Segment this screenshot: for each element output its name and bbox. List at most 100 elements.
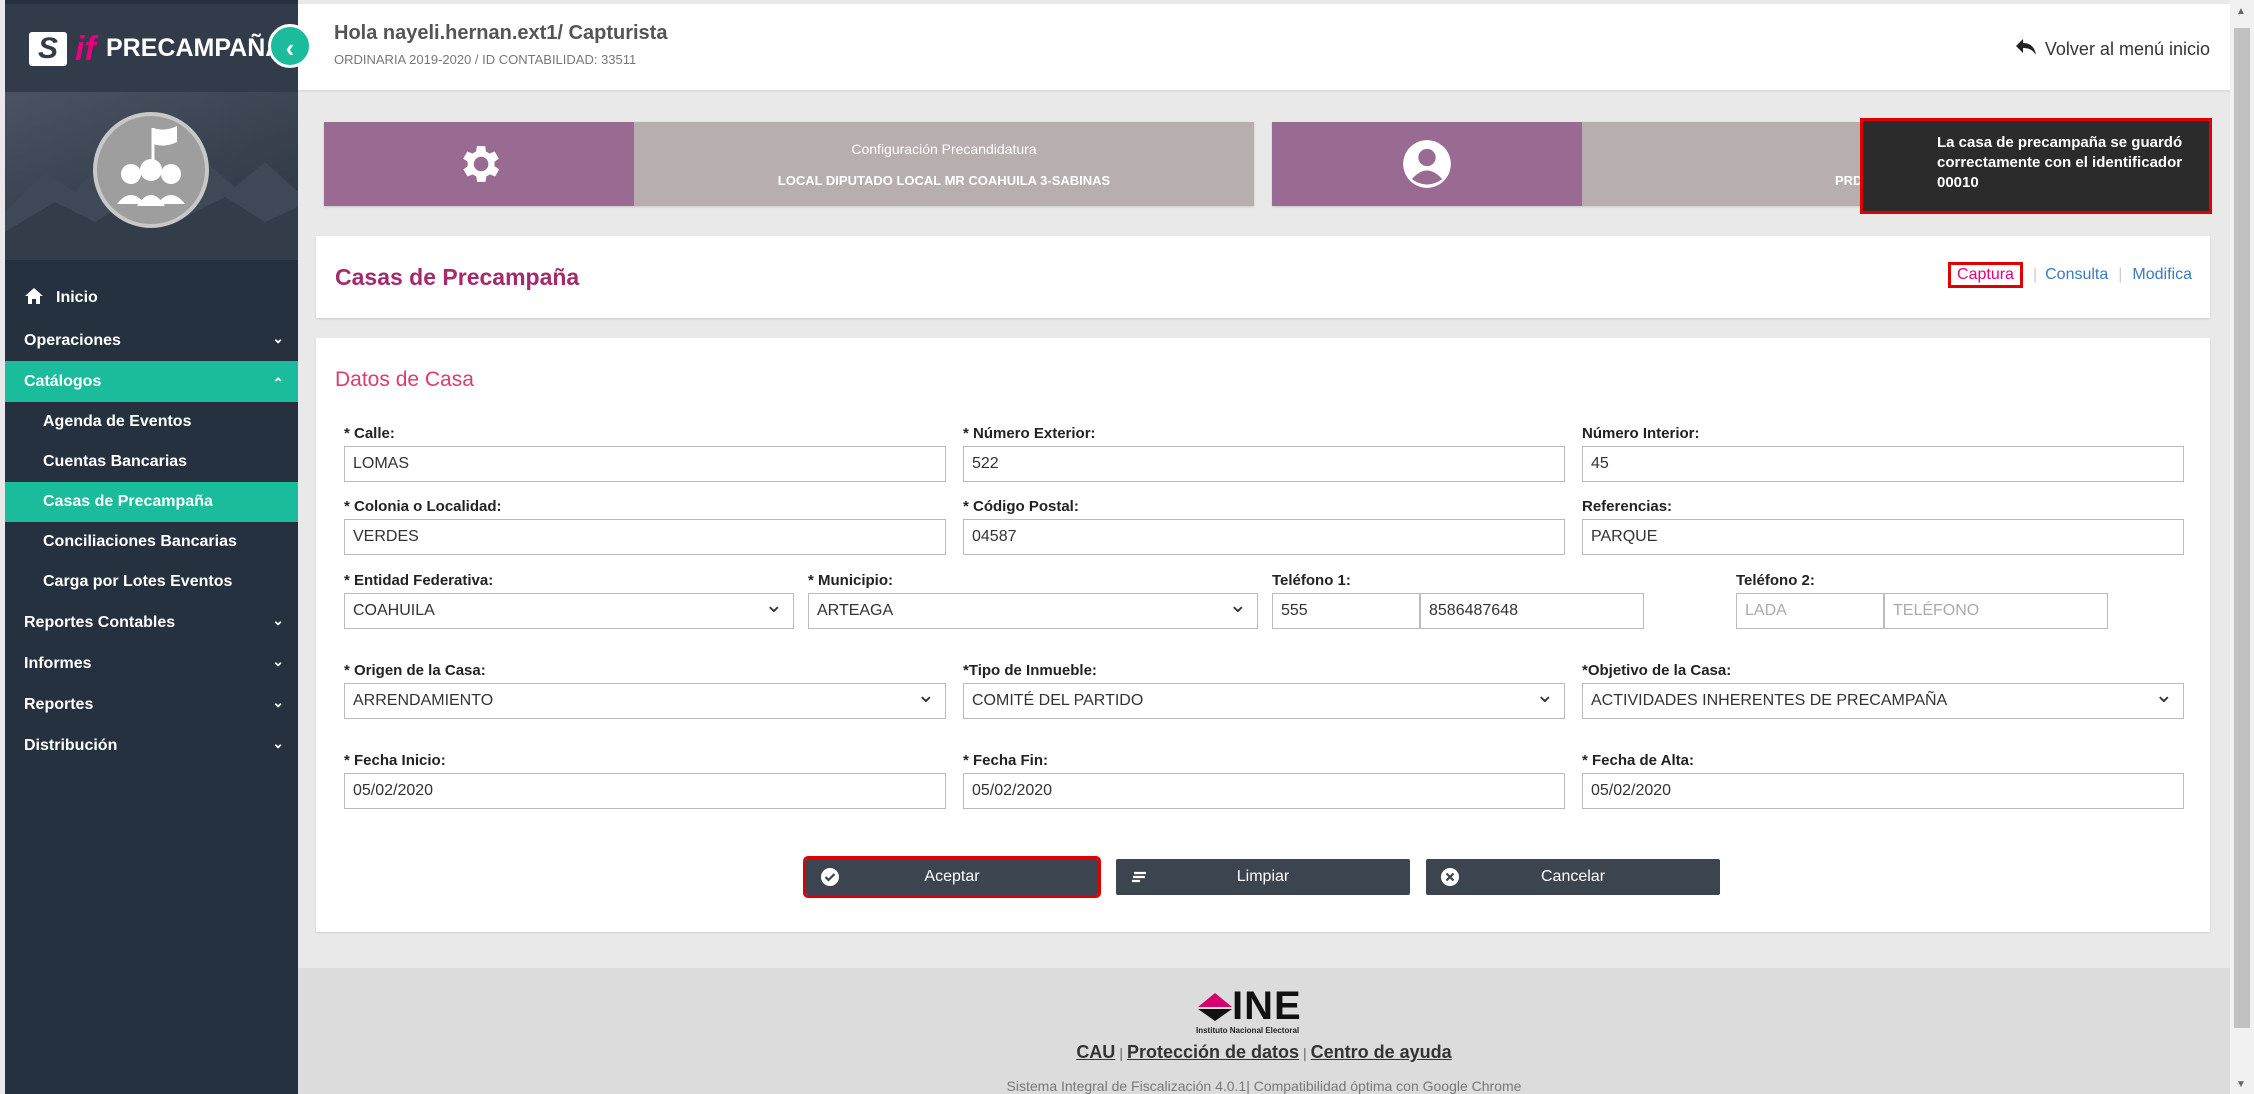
tab-modifica[interactable]: Modifica <box>2132 266 2192 284</box>
sidebar-item-distribucion[interactable]: Distribución ⌄ <box>5 725 298 766</box>
sidebar-subitem-label: Carga por Lotes Eventos <box>43 573 233 590</box>
num-int-label: Número Interior: <box>1582 425 1700 442</box>
process-info: ORDINARIA 2019-2020 / ID CONTABILIDAD: 3… <box>334 52 637 67</box>
user-greeting: Hola nayeli.hernan.ext1/ Capturista <box>334 22 668 44</box>
ine-diamond-icon <box>1198 992 1232 1021</box>
chevron-down-icon: ⌄ <box>272 653 284 669</box>
telefono1-lada-input[interactable]: 555 <box>1272 593 1420 629</box>
telefono1-number-input[interactable]: 8586487648 <box>1420 593 1644 629</box>
sidebar-item-reportes[interactable]: Reportes ⌄ <box>5 684 298 725</box>
link-separator: | <box>1303 1045 1307 1061</box>
sidebar-subitem-carga-lotes[interactable]: Carga por Lotes Eventos <box>5 562 298 602</box>
sidebar-item-catalogos[interactable]: Catálogos ⌃ <box>5 361 298 402</box>
tab-consulta[interactable]: Consulta <box>2045 266 2108 284</box>
scroll-down-arrow-icon[interactable]: ▼ <box>2236 1079 2246 1090</box>
mode-tabs: Captura | Consulta | Modifica <box>1948 262 2192 288</box>
telefono2-lada-input[interactable]: LADA <box>1736 593 1884 629</box>
limpiar-button[interactable]: Limpiar <box>1116 859 1410 895</box>
sidebar-subitem-agenda-eventos[interactable]: Agenda de Eventos <box>5 402 298 442</box>
fecha-alta-label: * Fecha de Alta: <box>1582 752 1694 769</box>
fecha-inicio-input[interactable]: 05/02/2020 <box>344 773 946 809</box>
entidad-value: COAHUILA <box>353 602 435 619</box>
objetivo-label: *Objetivo de la Casa: <box>1582 662 1732 679</box>
municipio-select[interactable]: ARTEAGA <box>808 588 1258 629</box>
aceptar-button[interactable]: Aceptar <box>803 856 1101 898</box>
sidebar-subitem-cuentas-bancarias[interactable]: Cuentas Bancarias <box>5 442 298 482</box>
reply-arrow-icon <box>2015 38 2037 61</box>
referencias-label: Referencias: <box>1582 498 1673 515</box>
sidebar-item-label: Reportes <box>24 695 94 713</box>
entidad-select[interactable]: COAHUILA <box>344 588 794 629</box>
fecha-alta-input[interactable]: 05/02/2020 <box>1582 773 2184 809</box>
scroll-thumb[interactable] <box>2234 28 2250 1028</box>
municipio-label: * Municipio: <box>808 572 893 589</box>
close-circle-icon <box>1440 867 1460 887</box>
gear-icon <box>324 122 634 206</box>
back-to-menu-link[interactable]: Volver al menú inicio <box>2015 38 2210 61</box>
scroll-up-arrow-icon[interactable]: ▲ <box>2236 6 2246 17</box>
tab-captura[interactable]: Captura <box>1948 262 2023 288</box>
sidebar-collapse-button[interactable]: ‹ <box>268 24 312 68</box>
sidebar-item-informes[interactable]: Informes ⌄ <box>5 643 298 684</box>
link-separator: | <box>1119 1045 1123 1061</box>
tab-separator: | <box>2032 266 2038 283</box>
sidebar-subitem-casas-precampana[interactable]: Casas de Precampaña <box>5 482 298 522</box>
sidebar-subitem-label: Casas de Precampaña <box>43 493 213 510</box>
app-name: PRECAMPAÑA <box>106 34 284 62</box>
aceptar-label: Aceptar <box>924 868 980 885</box>
cp-label: * Código Postal: <box>963 498 1079 515</box>
sidebar-subitem-label: Conciliaciones Bancarias <box>43 533 237 550</box>
tipo-inmueble-value: COMITÉ DEL PARTIDO <box>972 692 1144 709</box>
proteccion-datos-link[interactable]: Protección de datos <box>1127 1042 1299 1062</box>
chevron-down-icon: ⌄ <box>272 694 284 710</box>
page-scrollbar[interactable]: ▲ ▼ <box>2230 0 2254 1094</box>
page-title: Casas de Precampaña <box>335 264 580 290</box>
centro-ayuda-link[interactable]: Centro de ayuda <box>1311 1042 1452 1062</box>
colonia-input[interactable]: VERDES <box>344 519 946 555</box>
origen-select[interactable]: ARRENDAMIENTO <box>344 678 946 719</box>
sidebar-subitem-label: Cuentas Bancarias <box>43 453 188 470</box>
sidebar-item-reportes-contables[interactable]: Reportes Contables ⌄ <box>5 602 298 643</box>
sidebar-item-label: Reportes Contables <box>24 613 176 631</box>
ine-logo: INE <box>1198 984 1302 1029</box>
sidebar-subitem-conciliaciones[interactable]: Conciliaciones Bancarias <box>5 522 298 562</box>
sidebar-item-label: Inicio <box>56 289 98 306</box>
cau-link[interactable]: CAU <box>1076 1042 1115 1062</box>
sidebar-item-label: Catálogos <box>24 372 102 390</box>
calle-label: * Calle: <box>344 425 395 442</box>
num-int-input[interactable]: 45 <box>1582 446 2184 482</box>
ine-logo-text: INE <box>1232 984 1302 1028</box>
logo-s: S <box>29 32 67 66</box>
check-circle-icon <box>820 867 840 887</box>
objetivo-select[interactable]: ACTIVIDADES INHERENTES DE PRECAMPAÑA <box>1582 678 2184 719</box>
limpiar-label: Limpiar <box>1236 868 1290 885</box>
tipo-inmueble-select[interactable]: COMITÉ DEL PARTIDO <box>963 678 1565 719</box>
top-bar: Hola nayeli.hernan.ext1/ Capturista ORDI… <box>298 4 2230 92</box>
origen-value: ARRENDAMIENTO <box>353 692 494 709</box>
calle-input[interactable]: LOMAS <box>344 446 946 482</box>
fecha-fin-input[interactable]: 05/02/2020 <box>963 773 1565 809</box>
sidebar-item-label: Informes <box>24 654 92 672</box>
num-ext-input[interactable]: 522 <box>963 446 1565 482</box>
sidebar-item-operaciones[interactable]: Operaciones ⌄ <box>5 320 298 361</box>
title-panel: Casas de Precampaña Captura | Consulta |… <box>316 236 2210 318</box>
datos-casa-form: Datos de Casa * Calle: LOMAS * Número Ex… <box>316 338 2210 932</box>
telefono2-number-input[interactable]: TELÉFONO <box>1884 593 2108 629</box>
cancelar-button[interactable]: Cancelar <box>1426 859 1720 895</box>
chevron-down-icon: ⌄ <box>272 330 284 346</box>
entidad-label: * Entidad Federativa: <box>344 572 494 589</box>
tipo-inmueble-label: *Tipo de Inmueble: <box>963 662 1097 679</box>
home-icon <box>24 287 46 310</box>
cp-input[interactable]: 04587 <box>963 519 1565 555</box>
logo-if: if <box>75 30 96 68</box>
referencias-input[interactable]: PARQUE <box>1582 519 2184 555</box>
sidebar-item-inicio[interactable]: Inicio <box>5 276 298 320</box>
sif-logo[interactable]: S if <box>29 30 96 68</box>
back-to-menu-label: Volver al menú inicio <box>2044 39 2210 59</box>
section-title: Datos de Casa <box>335 368 474 391</box>
telefono1-label: Teléfono 1: <box>1272 572 1351 589</box>
sidebar-item-label: Distribución <box>24 736 118 754</box>
card-value: LOCAL DIPUTADO LOCAL MR COAHUILA 3-SABIN… <box>777 172 1111 188</box>
system-version-text: Sistema Integral de Fiscalización 4.0.1|… <box>1006 1078 1522 1094</box>
chevron-up-icon: ⌃ <box>272 375 284 391</box>
